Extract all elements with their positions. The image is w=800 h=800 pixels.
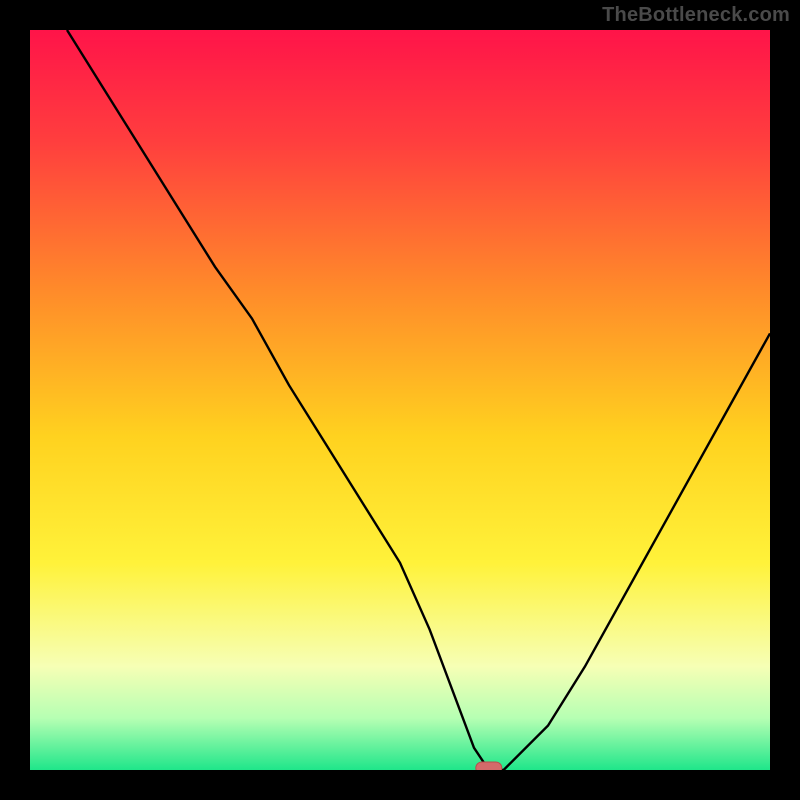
chart-frame: TheBottleneck.com (0, 0, 800, 800)
chart-background (30, 30, 770, 770)
optimal-marker (476, 762, 502, 770)
chart-svg (30, 30, 770, 770)
watermark-text: TheBottleneck.com (602, 4, 790, 27)
plot-area (30, 30, 770, 770)
